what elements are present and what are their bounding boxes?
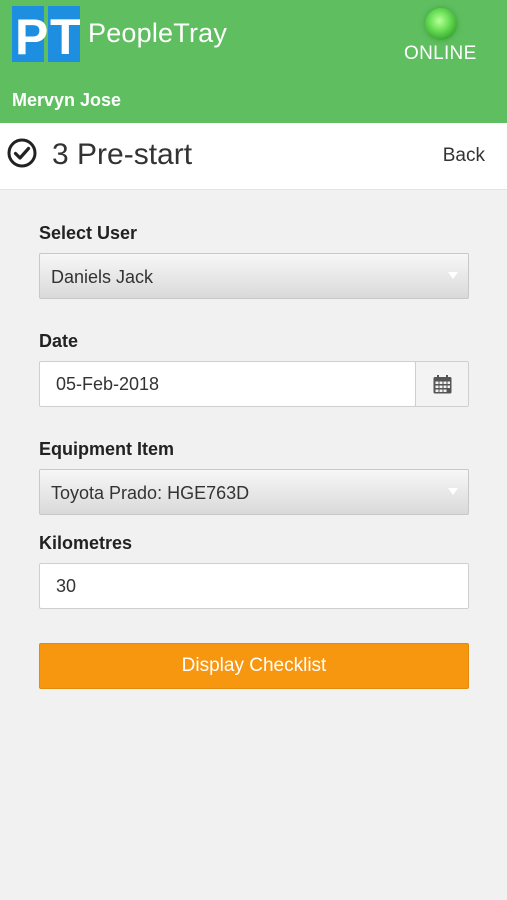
date-label: Date [39, 331, 79, 351]
date-field[interactable] [39, 361, 416, 407]
connection-status: ONLINE [404, 43, 477, 64]
back-button[interactable]: Back [443, 145, 485, 167]
page-title: 3 Pre-start [52, 138, 193, 171]
calendar-button[interactable] [415, 361, 469, 407]
title-bar: 3 Pre-start Back [0, 123, 507, 190]
online-status-indicator-icon [425, 8, 457, 40]
kilometres-field[interactable] [39, 563, 469, 609]
peopletray-logo: P T [12, 6, 80, 62]
equipment-item-label: Equipment Item [39, 439, 175, 459]
chevron-down-icon [448, 272, 458, 279]
select-user-value: Daniels Jack [51, 267, 154, 287]
brand-name: PeopleTray [88, 18, 228, 48]
app-header: P T PeopleTray ONLINE Mervyn Jose [0, 0, 507, 123]
current-user-name: Mervyn Jose [12, 90, 122, 110]
select-user-dropdown[interactable]: Daniels Jack [39, 253, 469, 299]
svg-text:P: P [15, 9, 48, 62]
check-circle-icon [7, 138, 37, 168]
display-checklist-button[interactable]: Display Checklist [39, 643, 469, 689]
equipment-item-value: Toyota Prado: HGE763D [51, 483, 250, 503]
select-user-label: Select User [39, 223, 138, 243]
equipment-item-dropdown[interactable]: Toyota Prado: HGE763D [39, 469, 469, 515]
chevron-down-icon [448, 488, 458, 495]
kilometres-label: Kilometres [39, 533, 133, 553]
svg-text:T: T [50, 9, 80, 62]
calendar-icon [433, 375, 452, 394]
